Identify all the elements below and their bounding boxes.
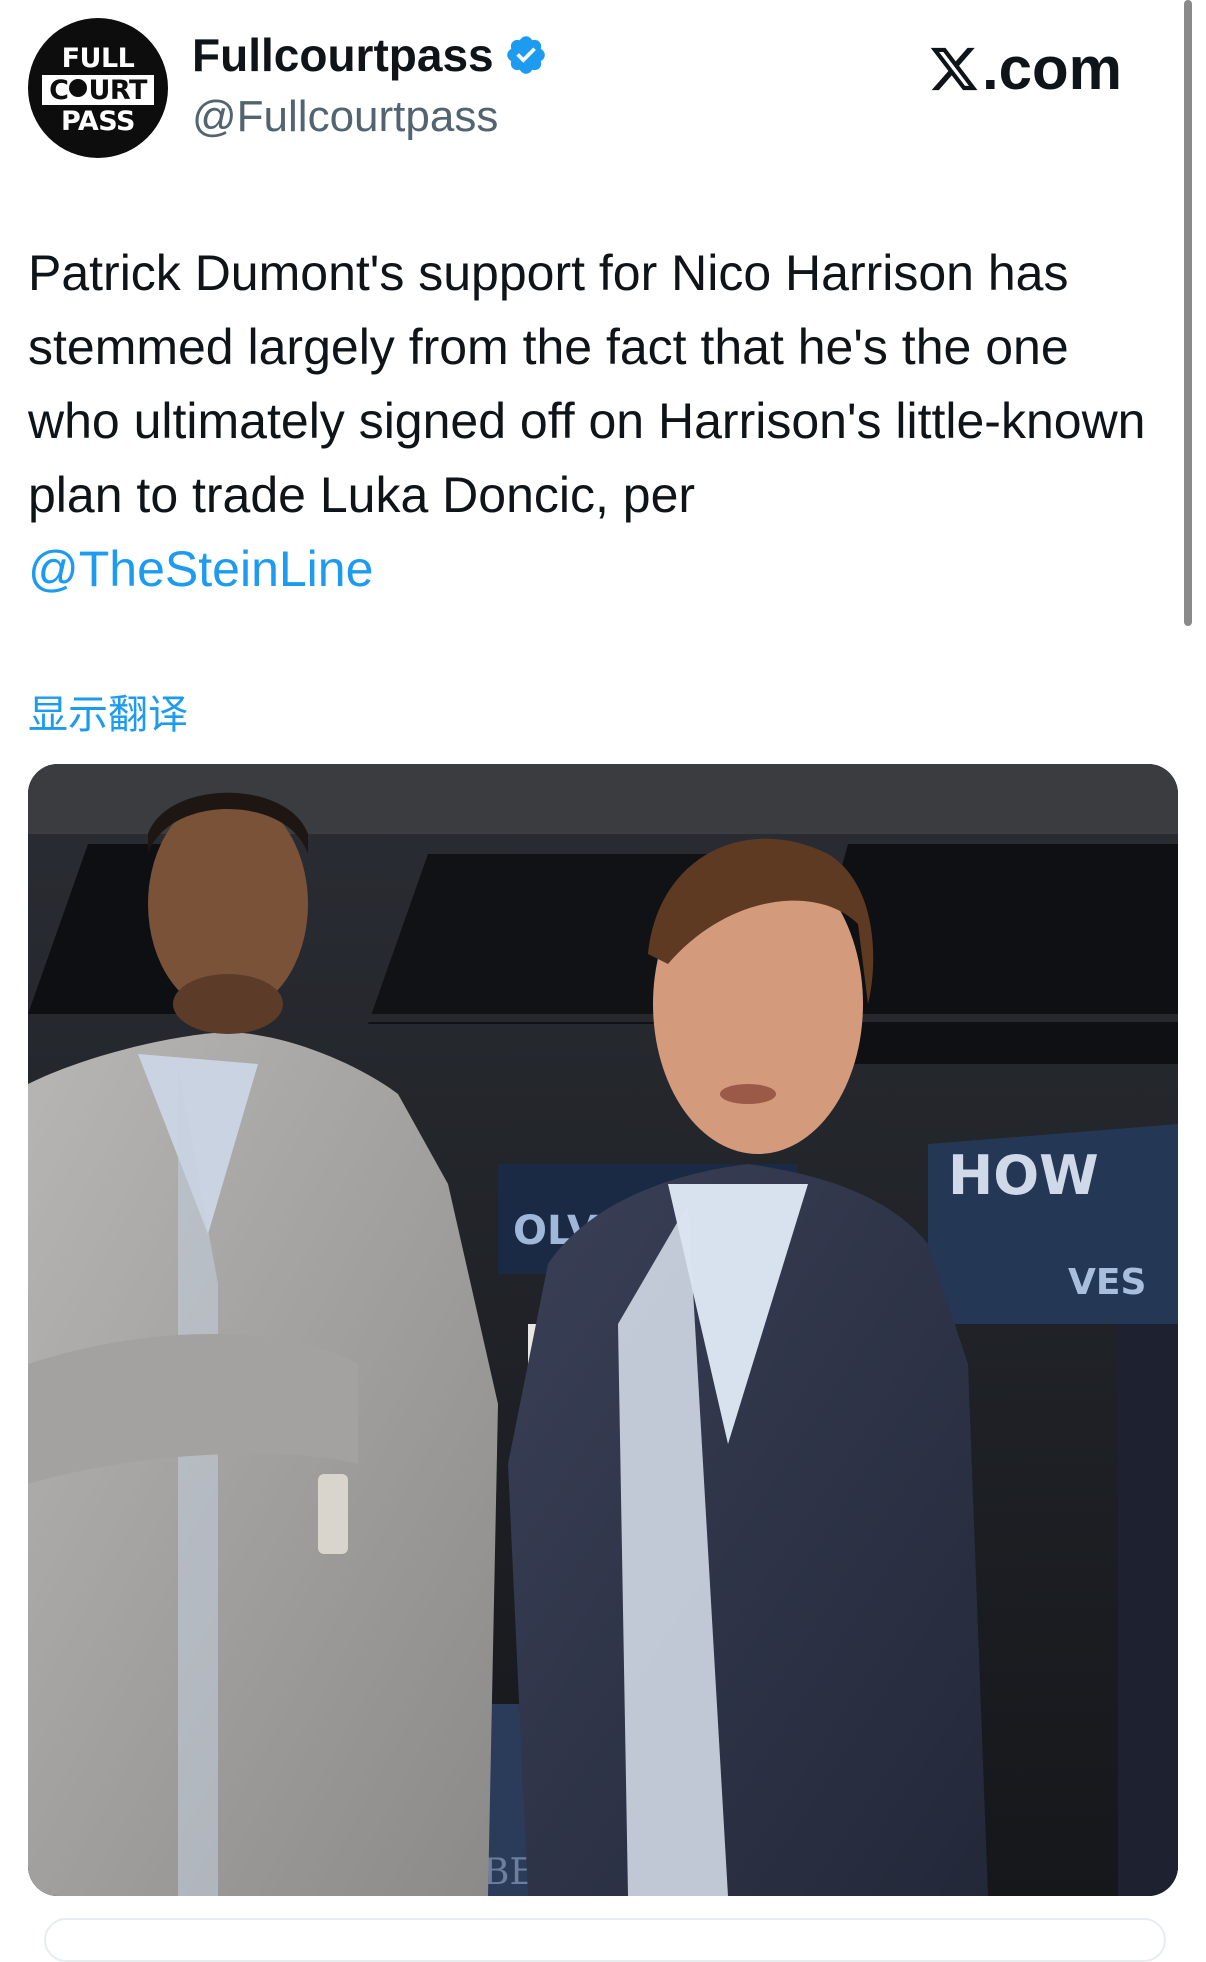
tweet-body: Patrick Dumont's support for Nico Harris…	[28, 245, 1146, 523]
author-handle[interactable]: @Fullcourtpass	[192, 92, 498, 142]
site-label: .com	[928, 34, 1122, 103]
display-name[interactable]: Fullcourtpass	[192, 28, 494, 82]
verified-badge-icon	[506, 36, 545, 74]
next-card-edge	[44, 1918, 1166, 1962]
translate-link[interactable]: 显示翻译	[28, 682, 188, 740]
site-label-text: .com	[981, 35, 1122, 102]
avatar[interactable]: FULL C URT PASS	[28, 18, 168, 158]
mention-link[interactable]: @TheSteinLine	[28, 532, 1168, 606]
avatar-logo-line1: FULL	[61, 43, 135, 74]
avatar-logo-band: C URT	[42, 75, 154, 105]
tweet-card: FULL C URT PASS Fullcourtpass @Fullcourt…	[0, 0, 1206, 1962]
tweet-photo[interactable]: OLVES HOW VES BER	[28, 764, 1178, 1896]
banner-top-text: HOW	[948, 1144, 1099, 1207]
avatar-logo-line2-prefix: C	[49, 74, 69, 106]
tweet-text: Patrick Dumont's support for Nico Harris…	[28, 236, 1168, 606]
photo-illustration: OLVES HOW VES BER	[28, 764, 1178, 1896]
author-name-row[interactable]: Fullcourtpass	[192, 28, 548, 82]
scrollbar[interactable]	[1184, 0, 1192, 626]
avatar-logo-line2-suffix: URT	[88, 74, 147, 106]
avatar-logo-line3: PASS	[61, 106, 135, 137]
x-logo-icon	[930, 47, 978, 90]
banner-right-text: VES	[1068, 1262, 1146, 1303]
basketball-icon	[69, 79, 88, 97]
